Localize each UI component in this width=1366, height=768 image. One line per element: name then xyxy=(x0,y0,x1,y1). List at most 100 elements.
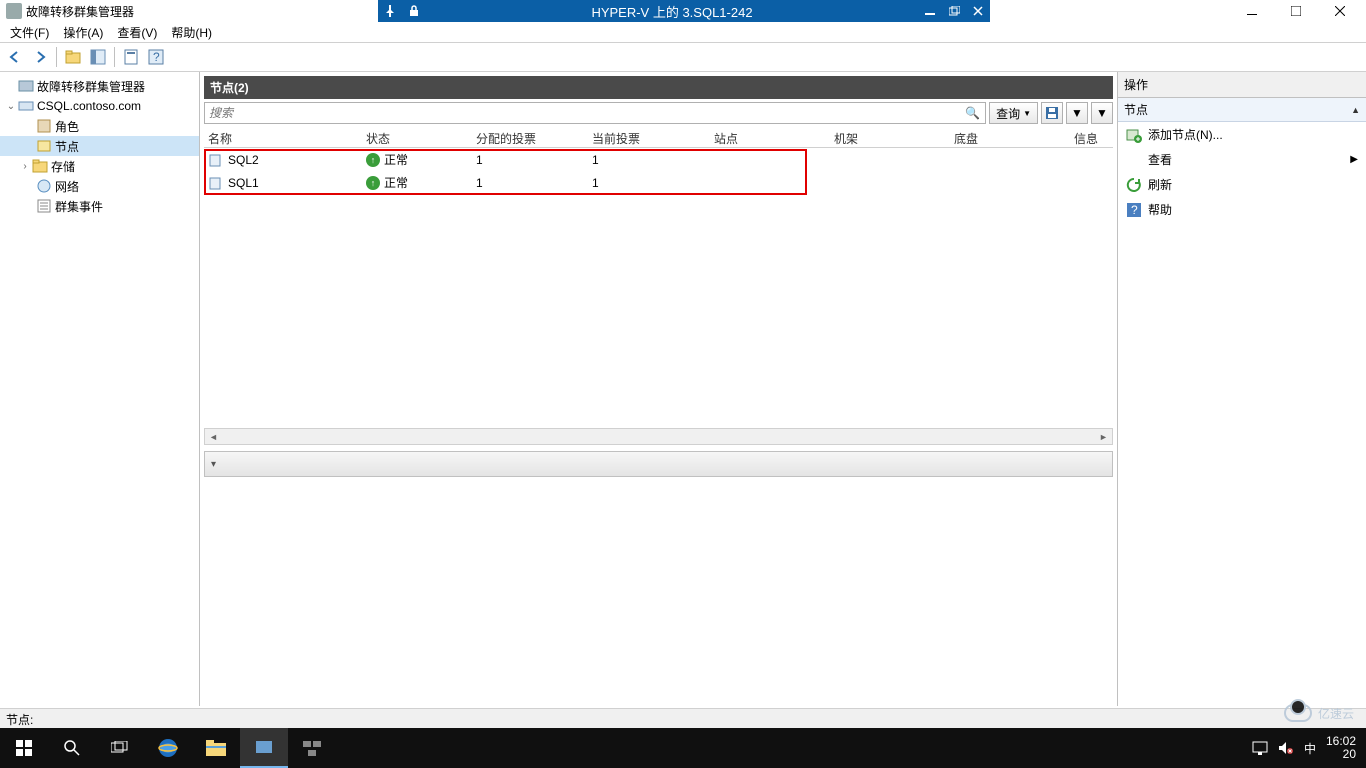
action-view[interactable]: 查看 ▶ xyxy=(1118,147,1366,172)
detail-area xyxy=(204,481,1113,702)
toolbar-up-button[interactable] xyxy=(62,46,84,68)
svg-text:?: ? xyxy=(153,50,160,64)
host-minimize-button[interactable] xyxy=(1230,0,1274,22)
scroll-left-icon[interactable]: ◄ xyxy=(205,429,222,444)
taskbar: 中 16:02 20 xyxy=(0,728,1366,768)
actions-group-header[interactable]: 节点 ▲ xyxy=(1118,98,1366,122)
table-row[interactable]: SQL1 ↑正常 1 1 xyxy=(204,171,1113,194)
query-button[interactable]: 查询▼ xyxy=(989,102,1038,124)
nav-back-button[interactable] xyxy=(4,46,26,68)
tree-cluster-events[interactable]: 群集事件 xyxy=(0,196,199,216)
host-maximize-button[interactable] xyxy=(1274,0,1318,22)
action-help[interactable]: ? 帮助 xyxy=(1118,197,1366,222)
search-icon[interactable]: 🔍 xyxy=(965,106,981,120)
cluster-manager-icon xyxy=(18,78,34,94)
chevron-down-icon: ▾ xyxy=(211,459,216,470)
vm-title: HYPER-V 上的 3.SQL1-242 xyxy=(426,2,918,21)
cloud-icon xyxy=(1284,704,1312,722)
menu-file[interactable]: 文件(F) xyxy=(4,22,55,43)
vm-connection-bar: HYPER-V 上的 3.SQL1-242 xyxy=(378,0,990,22)
tree-cluster[interactable]: ⌄ CSQL.contoso.com xyxy=(0,96,199,116)
refresh-icon xyxy=(1126,177,1142,193)
add-node-icon xyxy=(1126,127,1142,143)
vm-minimize-button[interactable] xyxy=(918,0,942,22)
taskbar-cluster-manager[interactable] xyxy=(240,728,288,768)
col-current[interactable]: 当前投票 xyxy=(588,128,710,147)
status-up-icon: ↑ xyxy=(366,176,380,190)
vm-close-button[interactable] xyxy=(966,0,990,22)
tree-nodes[interactable]: 节点 xyxy=(0,136,199,156)
action-add-node[interactable]: 添加节点(N)... xyxy=(1118,122,1366,147)
menu-help[interactable]: 帮助(H) xyxy=(165,22,218,43)
save-dropdown-button[interactable]: ▼ xyxy=(1066,102,1088,124)
actions-pane: 操作 节点 ▲ 添加节点(N)... 查看 ▶ 刷新 ? 帮助 xyxy=(1118,72,1366,706)
server-icon xyxy=(208,152,224,168)
menu-bar: 文件(F) 操作(A) 查看(V) 帮助(H) xyxy=(0,22,1366,42)
toolbar-help-button[interactable]: ? xyxy=(145,46,167,68)
col-assigned[interactable]: 分配的投票 xyxy=(472,128,588,147)
taskbar-ie[interactable] xyxy=(144,728,192,768)
search-input[interactable] xyxy=(209,106,965,120)
status-up-icon: ↑ xyxy=(366,153,380,167)
server-icon xyxy=(208,175,224,191)
toolbar: ? xyxy=(0,42,1366,72)
col-rack[interactable]: 机架 xyxy=(830,128,950,147)
taskbar-explorer[interactable] xyxy=(192,728,240,768)
tray-ime[interactable]: 中 xyxy=(1304,740,1316,757)
details-collapse-bar[interactable]: ▾ xyxy=(204,451,1113,477)
center-pane: 节点(2) 🔍 查询▼ ▼ ▼ 名称 状态 分配的投票 当前投票 站点 机架 底… xyxy=(200,72,1118,706)
scroll-right-icon[interactable]: ► xyxy=(1095,429,1112,444)
nodes-icon xyxy=(36,138,52,154)
search-button[interactable] xyxy=(48,728,96,768)
horizontal-scrollbar[interactable]: ◄ ► xyxy=(204,428,1113,445)
svg-text:?: ? xyxy=(1131,203,1138,217)
menu-action[interactable]: 操作(A) xyxy=(57,22,109,43)
tree-root[interactable]: 故障转移群集管理器 xyxy=(0,76,199,96)
start-button[interactable] xyxy=(0,728,48,768)
system-tray: 中 16:02 20 xyxy=(1252,735,1366,761)
pin-icon[interactable] xyxy=(378,0,402,22)
status-bar: 节点: xyxy=(0,708,1366,728)
app-icon xyxy=(6,3,22,19)
tree-networks[interactable]: 网络 xyxy=(0,176,199,196)
table-row[interactable]: SQL2 ↑正常 1 1 xyxy=(204,148,1113,171)
collapse-icon[interactable]: ▲ xyxy=(1351,105,1360,115)
col-state[interactable]: 状态 xyxy=(362,128,472,147)
task-view-button[interactable] xyxy=(96,728,144,768)
tray-volume-icon[interactable] xyxy=(1278,741,1294,755)
vm-restore-button[interactable] xyxy=(942,0,966,22)
center-header: 节点(2) xyxy=(204,76,1113,99)
col-info[interactable]: 信息 xyxy=(1070,128,1113,147)
host-close-button[interactable] xyxy=(1318,0,1362,22)
lock-icon[interactable] xyxy=(402,0,426,22)
menu-view[interactable]: 查看(V) xyxy=(111,22,163,43)
action-refresh[interactable]: 刷新 xyxy=(1118,172,1366,197)
list-options-button[interactable]: ▼ xyxy=(1091,102,1113,124)
col-site[interactable]: 站点 xyxy=(710,128,830,147)
tree-roles[interactable]: 角色 xyxy=(0,116,199,136)
search-box[interactable]: 🔍 xyxy=(204,102,986,124)
col-name[interactable]: 名称 xyxy=(204,128,362,147)
actions-title: 操作 xyxy=(1118,72,1366,98)
tree-storage[interactable]: › 存储 xyxy=(0,156,199,176)
dropdown-icon: ▼ xyxy=(1023,109,1031,118)
grid-header: 名称 状态 分配的投票 当前投票 站点 机架 底盘 信息 xyxy=(204,128,1113,148)
col-chassis[interactable]: 底盘 xyxy=(950,128,1070,147)
taskbar-app[interactable] xyxy=(288,728,336,768)
expand-icon[interactable]: › xyxy=(18,161,32,172)
nav-forward-button[interactable] xyxy=(29,46,51,68)
toolbar-properties-button[interactable] xyxy=(120,46,142,68)
tray-network-icon[interactable] xyxy=(1252,741,1268,755)
grid-body: SQL2 ↑正常 1 1 SQL1 ↑正常 1 1 xyxy=(204,148,1113,428)
save-button[interactable] xyxy=(1041,102,1063,124)
cluster-icon xyxy=(18,98,34,114)
networks-icon xyxy=(36,178,52,194)
expand-icon[interactable]: ⌄ xyxy=(4,101,18,112)
submenu-icon: ▶ xyxy=(1350,154,1358,165)
app-title: 故障转移群集管理器 xyxy=(26,3,134,20)
help-icon: ? xyxy=(1126,202,1142,218)
tree-pane: 故障转移群集管理器 ⌄ CSQL.contoso.com 角色 节点 › 存储 xyxy=(0,72,200,706)
toolbar-showhide-tree-button[interactable] xyxy=(87,46,109,68)
tray-clock[interactable]: 16:02 20 xyxy=(1326,735,1356,761)
storage-icon xyxy=(32,158,48,174)
